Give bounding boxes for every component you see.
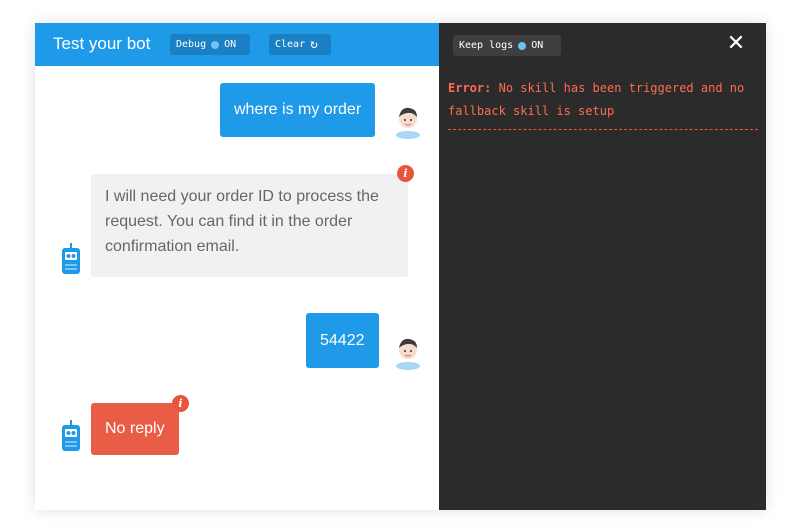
user-avatar-icon: [396, 338, 420, 370]
bot-message: I will need your order ID to process the…: [91, 174, 408, 277]
log-error-message: No skill has been triggered and no fallb…: [448, 81, 745, 118]
clear-button[interactable]: Clear ↻: [269, 34, 331, 55]
debug-label: Debug: [176, 39, 207, 50]
refresh-icon: ↻: [310, 37, 318, 52]
bot-emulator-window: Test your bot Debug ON Clear ↻ where is …: [35, 23, 766, 510]
chat-panel: Test your bot Debug ON Clear ↻ where is …: [35, 23, 439, 510]
log-divider: [448, 129, 758, 130]
message-text: where is my order: [234, 101, 362, 118]
debug-toggle[interactable]: Debug ON: [170, 34, 250, 55]
message-text: No reply: [105, 420, 165, 437]
info-icon[interactable]: i: [397, 165, 414, 182]
chat-title: Test your bot: [53, 34, 151, 53]
bot-avatar-icon: [62, 243, 80, 274]
log-entry: Error: No skill has been triggered and n…: [448, 77, 760, 123]
keep-logs-state: ON: [531, 40, 544, 51]
keep-logs-label: Keep logs: [459, 40, 514, 51]
user-message: 54422: [306, 313, 379, 368]
bot-avatar-icon: [62, 420, 80, 451]
toggle-dot-icon: [518, 41, 527, 50]
bot-error-message: No reply: [91, 403, 179, 455]
debug-state: ON: [224, 39, 237, 50]
clear-label: Clear: [275, 39, 306, 50]
close-icon[interactable]: ✕: [725, 32, 747, 54]
chat-header: Test your bot Debug ON Clear ↻: [35, 23, 439, 66]
message-text: I will need your order ID to process the…: [105, 188, 379, 255]
user-avatar-icon: [396, 107, 420, 139]
keep-logs-toggle[interactable]: Keep logs ON: [453, 35, 561, 56]
toggle-dot-icon: [211, 40, 220, 49]
user-message: where is my order: [220, 83, 376, 137]
message-text: 54422: [320, 332, 365, 349]
logs-panel: Keep logs ON ✕ Error: No skill has been …: [439, 23, 766, 510]
info-icon[interactable]: i: [172, 395, 189, 412]
log-error-label: Error:: [448, 81, 492, 95]
